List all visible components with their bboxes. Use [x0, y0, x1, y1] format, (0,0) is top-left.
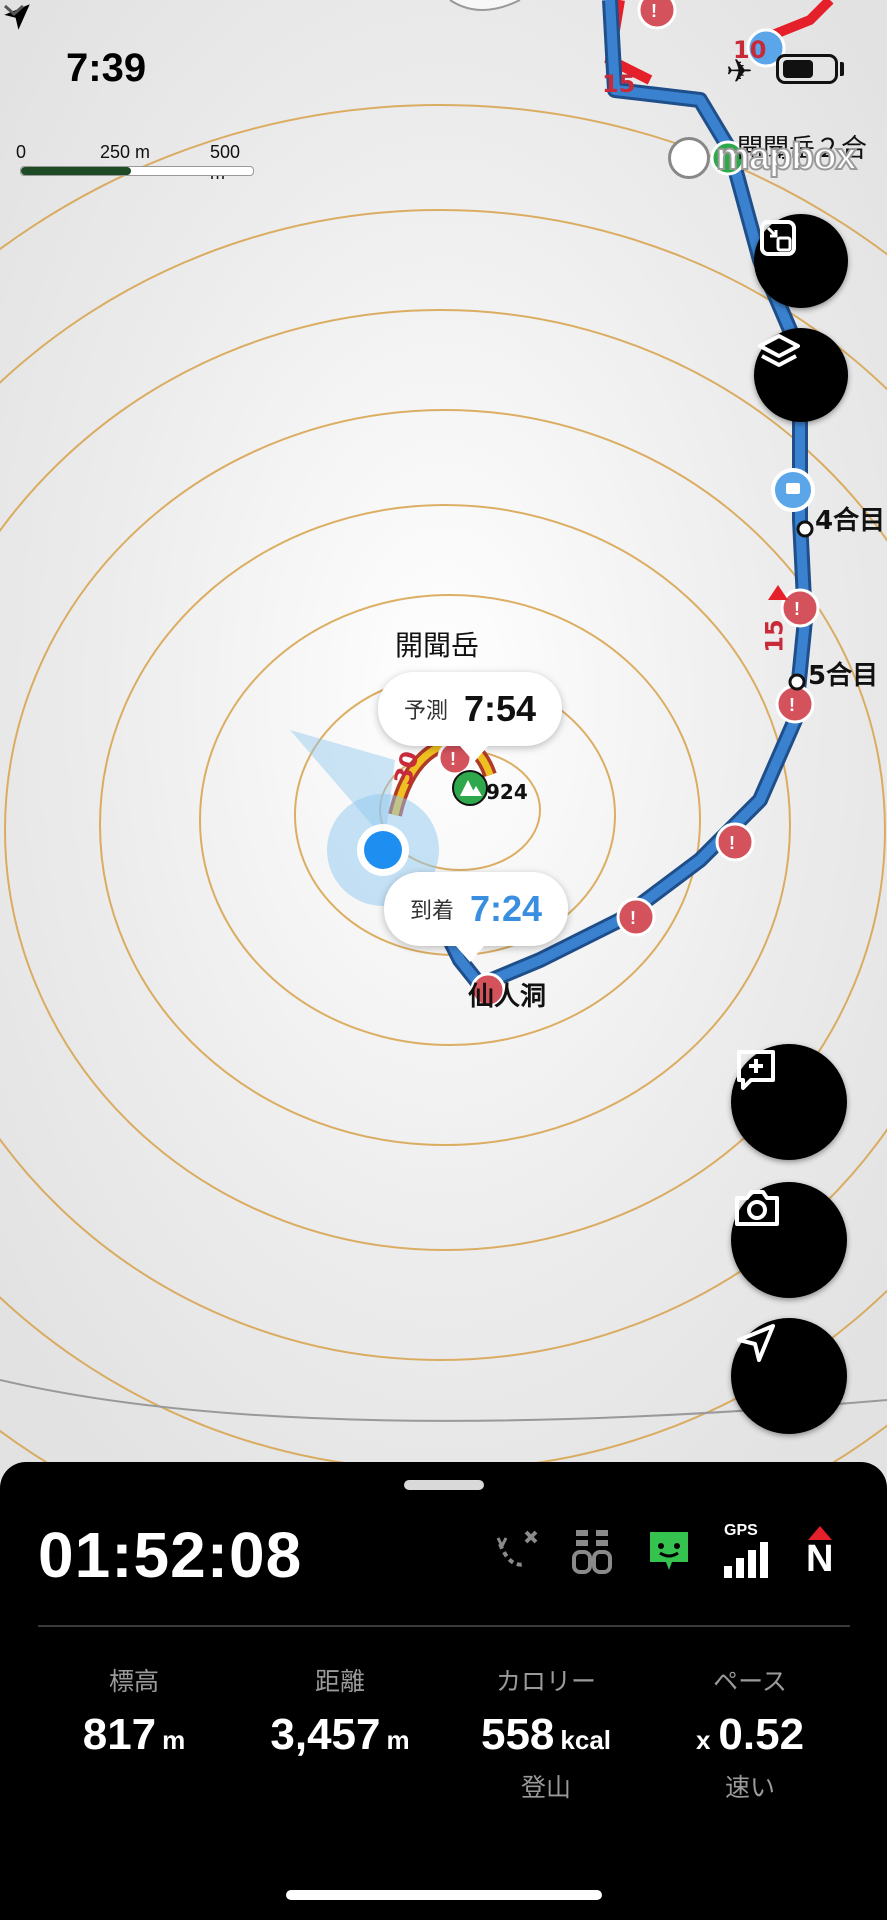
route-time-mark: 15: [602, 70, 636, 98]
stat-calories: カロリー 558 kcal 登山: [446, 1662, 646, 1804]
elapsed-time: 01:52:08: [38, 1519, 303, 1591]
drag-handle[interactable]: [404, 1480, 484, 1490]
add-memo-button[interactable]: [731, 1044, 847, 1160]
stat-value: 817: [82, 1710, 157, 1759]
gps-signal-indicator: GPS: [722, 1522, 772, 1582]
stat-unit: m: [162, 1725, 186, 1755]
svg-text:!: !: [789, 695, 795, 715]
layers-icon: [758, 334, 800, 367]
companion-icon[interactable]: [642, 1524, 696, 1578]
activity-panel[interactable]: 01:52:08 GPS N 標高 817m 距離 3,457m カロリー: [0, 1462, 887, 1920]
layers-button[interactable]: [754, 328, 848, 422]
location-dot: [364, 831, 402, 869]
stat-pace: ペース x 0.52 速い: [650, 1662, 850, 1804]
chevron-down-icon[interactable]: [0, 0, 28, 20]
arrival-bubble[interactable]: 到着 7:24: [384, 872, 569, 962]
status-time: 7:39: [66, 46, 147, 90]
waypoint-label: 4合目: [815, 506, 886, 536]
stat-prefix: x: [695, 1725, 711, 1755]
stat-label: 距離: [314, 1667, 365, 1696]
stat-value: 558: [480, 1710, 555, 1759]
stat-sub: 速い: [724, 1773, 775, 1802]
stat-distance: 距離 3,457 m: [240, 1662, 440, 1760]
forecast-label: 予測: [404, 699, 449, 724]
stat-sub: 登山: [520, 1773, 571, 1802]
route-time-mark: 15: [760, 619, 789, 653]
mapbox-wordmark: mapbox: [715, 135, 858, 179]
mapbox-logo-icon: [668, 136, 710, 179]
scale-label-500: 500 m: [210, 142, 241, 183]
stat-label: 標高: [108, 1667, 159, 1696]
battery-cap: [840, 62, 844, 76]
stat-label: カロリー: [495, 1667, 596, 1696]
stat-label: ペース: [713, 1667, 787, 1696]
scale-bar: 0 250 m 500 m: [16, 142, 254, 183]
peak-name-label: 開聞岳: [395, 629, 480, 662]
add-memo-icon: [737, 1050, 775, 1090]
waypoint-label: 仙人洞: [468, 982, 547, 1012]
arrival-time: 7:24: [470, 888, 543, 929]
waypoint-label: 5合目: [808, 661, 879, 691]
svg-text:!: !: [450, 749, 456, 769]
scale-label-250: 250 m: [100, 142, 151, 162]
svg-text:!: !: [651, 1, 657, 21]
camera-button[interactable]: [731, 1182, 847, 1298]
fit-route-button[interactable]: [754, 214, 848, 308]
home-indicator[interactable]: [286, 1890, 602, 1900]
svg-text:!: !: [729, 833, 735, 853]
svg-text:!: !: [630, 908, 636, 928]
gps-label: GPS: [724, 1522, 758, 1539]
battery-icon: [776, 54, 838, 84]
stat-elevation: 標高 817 m: [34, 1662, 234, 1760]
forecast-bubble[interactable]: 予測 7:54: [378, 672, 563, 762]
battery-saver-icon[interactable]: [566, 1524, 620, 1578]
stat-value: 0.52: [718, 1710, 805, 1759]
map-view[interactable]: !!! !!! 開聞岳 924 開聞岳２合 4合目 5合目 仙人洞 15 10 …: [0, 0, 887, 1480]
north-label: N: [806, 1538, 834, 1580]
arrival-label: 到着: [410, 899, 455, 924]
panel-divider: [38, 1625, 850, 1627]
stat-value: 3,457: [270, 1710, 381, 1759]
gps-icon: [724, 1542, 768, 1578]
fit-icon: [760, 220, 796, 256]
route-off-icon[interactable]: [490, 1524, 544, 1578]
peak-elevation-label: 924: [486, 780, 528, 804]
mapbox-attribution[interactable]: mapbox: [668, 135, 858, 179]
stat-unit: m: [386, 1725, 410, 1755]
svg-text:!: !: [794, 599, 800, 619]
forecast-time: 7:54: [464, 688, 537, 729]
camera-icon: [735, 1190, 779, 1226]
locate-icon: [737, 1324, 775, 1362]
north-indicator[interactable]: N: [800, 1522, 840, 1584]
scale-label-0: 0: [16, 142, 27, 162]
stat-unit: kcal: [560, 1725, 612, 1755]
locate-button[interactable]: [731, 1318, 847, 1434]
airplane-mode-icon: ✈: [726, 53, 753, 89]
